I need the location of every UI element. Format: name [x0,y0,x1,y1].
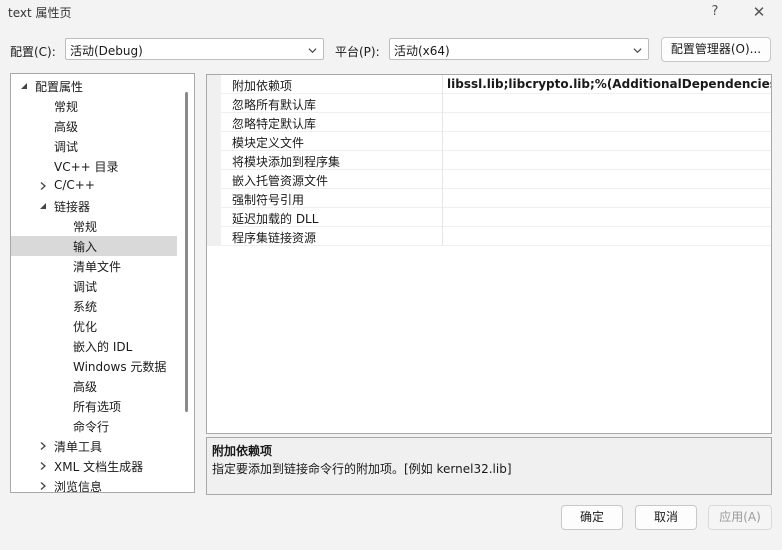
tree-item[interactable]: 调试 [11,276,177,296]
apply-button[interactable]: 应用(A) [708,505,772,530]
tree-item-label: 输入 [73,240,98,254]
tree-item-label: 优化 [73,320,98,334]
help-button[interactable]: ? [700,1,730,23]
tree-item-label: 清单工具 [54,440,103,454]
tree-item[interactable]: 浏览信息 [11,476,177,493]
description-text: 指定要添加到链接命令行的附加项。[例如 kernel32.lib] [212,462,512,476]
property-name: 嵌入托管资源文件 [232,174,329,188]
tree-item-label: 高级 [73,380,98,394]
description-title: 附加依赖项 [212,444,273,458]
config-manager-button[interactable]: 配置管理器(O)... [661,37,771,62]
tree-item-label: 嵌入的 IDL [73,340,133,354]
tree-item-label: 配置属性 [35,80,84,94]
row-gutter [207,75,221,94]
property-name: 忽略特定默认库 [232,117,317,131]
tree-item-label: VC++ 目录 [54,160,119,174]
tree-item[interactable]: VC++ 目录 [11,156,177,176]
expanded-triangle-icon[interactable] [38,201,48,211]
tree-item[interactable]: 嵌入的 IDL [11,336,177,356]
collapsed-chevron-icon[interactable] [38,461,48,471]
platform-label: 平台(P): [335,45,380,59]
expanded-triangle-icon[interactable] [19,81,29,91]
property-row[interactable]: 嵌入托管资源文件 [207,170,771,189]
description-panel: 附加依赖项 指定要添加到链接命令行的附加项。[例如 kernel32.lib] [206,437,772,495]
tree-item-label: 高级 [54,120,79,134]
tree-scrollbar-thumb[interactable] [185,92,188,412]
tree-item[interactable]: 高级 [11,116,177,136]
tree-item[interactable]: 命令行 [11,416,177,436]
property-row[interactable]: 模块定义文件 [207,132,771,151]
chevron-down-icon [633,48,642,54]
row-gutter [207,94,221,113]
tree-item[interactable]: 清单工具 [11,436,177,456]
property-row[interactable]: 忽略所有默认库 [207,94,771,113]
row-gutter [207,227,221,246]
tree-item[interactable]: Windows 元数据 [11,356,177,376]
tree-item[interactable]: 所有选项 [11,396,177,416]
config-label: 配置(C): [10,45,56,59]
tree-item-label: 浏览信息 [54,480,103,493]
tree-item-label: 常规 [54,100,79,114]
tree-item-label: 所有选项 [73,400,122,414]
platform-dropdown[interactable]: 活动(x64) [389,38,649,60]
tree-item-label: 系统 [73,300,98,314]
property-row[interactable]: 将模块添加到程序集 [207,151,771,170]
tree-item[interactable]: 配置属性 [11,76,177,96]
tree-item-label: XML 文档生成器 [54,460,144,474]
row-gutter [207,113,221,132]
collapsed-chevron-icon[interactable] [38,481,48,491]
cancel-button[interactable]: 取消 [635,505,697,530]
property-name: 强制符号引用 [232,193,305,207]
tree-item[interactable]: 高级 [11,376,177,396]
tree-item-label: C/C++ [54,178,95,192]
row-gutter [207,132,221,151]
tree-item-label: 常规 [73,220,98,234]
property-name: 将模块添加到程序集 [232,155,341,169]
platform-dropdown-value: 活动(x64) [394,44,450,58]
tree-item[interactable]: 链接器 [11,196,177,216]
property-name: 模块定义文件 [232,136,305,150]
tree-item[interactable]: 优化 [11,316,177,336]
tree-item-label: 调试 [54,140,79,154]
property-name: 附加依赖项 [232,79,293,93]
tree-item[interactable]: 调试 [11,136,177,156]
row-gutter [207,208,221,227]
property-grid: 附加依赖项 libssl.lib;libcrypto.lib;%(Addition… [206,74,772,434]
tree-item[interactable]: 系统 [11,296,177,316]
config-dropdown-value: 活动(Debug) [70,44,143,58]
property-name: 程序集链接资源 [232,231,317,245]
row-gutter [207,170,221,189]
tree-item-label: 命令行 [73,420,110,434]
column-divider [442,75,443,246]
ok-button[interactable]: 确定 [561,505,623,530]
config-dropdown[interactable]: 活动(Debug) [65,38,324,60]
property-tree[interactable]: 配置属性 常规 高级 调试 VC++ 目录 C/C++ 链接器 常规 输入 清单文件 调试 系统 优化嵌… [10,73,195,493]
tree-item-label: 链接器 [54,200,91,214]
chevron-down-icon [308,48,317,54]
tree-item[interactable]: 输入 [11,236,177,256]
property-value[interactable]: libssl.lib;libcrypto.lib;%(AdditionalDep… [447,77,771,91]
tree-item[interactable]: 清单文件 [11,256,177,276]
collapsed-chevron-icon[interactable] [38,441,48,451]
property-row[interactable]: 忽略特定默认库 [207,113,771,132]
tree-item[interactable]: 常规 [11,216,177,236]
property-row[interactable]: 程序集链接资源 [207,227,771,246]
property-name: 延迟加载的 DLL [232,212,319,226]
property-row[interactable]: 附加依赖项 libssl.lib;libcrypto.lib;%(Addition… [207,75,771,94]
tree-item[interactable]: C/C++ [11,176,177,196]
tree-item[interactable]: XML 文档生成器 [11,456,177,476]
tree-item-label: Windows 元数据 [73,360,167,374]
row-gutter [207,151,221,170]
tree-item-label: 调试 [73,280,98,294]
close-button[interactable]: ✕ [744,1,774,23]
row-gutter [207,189,221,208]
tree-item-label: 清单文件 [73,260,122,274]
collapsed-chevron-icon[interactable] [38,181,48,191]
tree-item[interactable]: 常规 [11,96,177,116]
property-row[interactable]: 延迟加载的 DLL [207,208,771,227]
title-bar: text 属性页 ? ✕ [0,0,782,26]
window-title: text 属性页 [8,6,72,20]
property-name: 忽略所有默认库 [232,98,317,112]
property-row[interactable]: 强制符号引用 [207,189,771,208]
